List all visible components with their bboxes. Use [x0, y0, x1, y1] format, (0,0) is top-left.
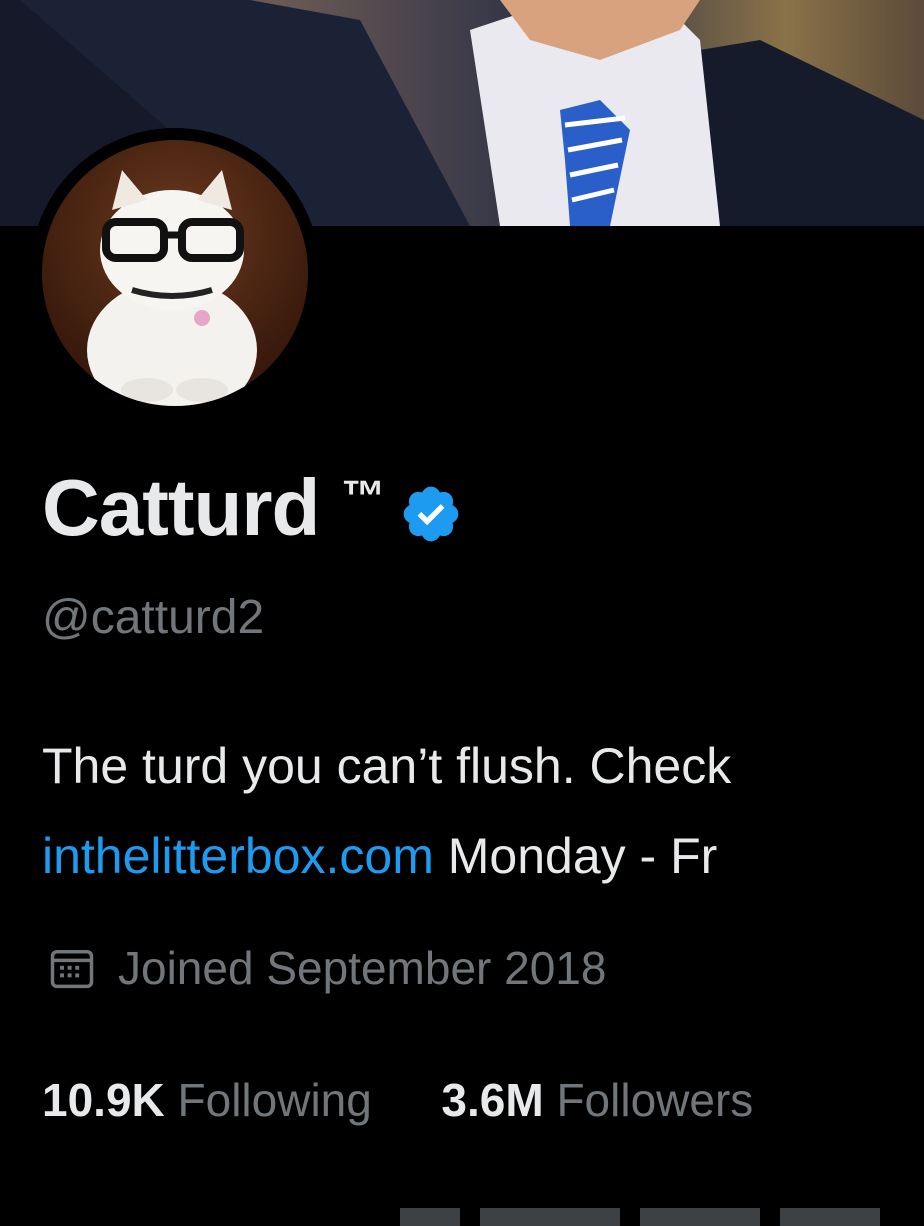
cutoff-row	[400, 1196, 900, 1226]
followers-link[interactable]: 3.6M Followers	[441, 1074, 753, 1126]
joined-date-row: Joined September 2018	[46, 938, 606, 998]
following-label: Following	[177, 1074, 372, 1126]
avatar[interactable]	[42, 140, 308, 406]
calendar-icon	[50, 950, 94, 989]
bio-link[interactable]: inthelitterbox.com	[42, 828, 434, 884]
bio-line-2: inthelitterbox.com Monday - Fr	[42, 824, 717, 888]
trademark-symbol: ™	[341, 472, 386, 521]
display-name: Catturd	[42, 463, 320, 552]
verified-badge-icon[interactable]	[399, 482, 463, 546]
avatar-border	[30, 128, 320, 418]
following-count: 10.9K	[42, 1074, 165, 1126]
profile-name-row: Catturd ™	[42, 460, 463, 556]
bio-line-2-text: Monday - Fr	[433, 828, 718, 884]
bio-line-1: The turd you can’t flush. Check	[42, 738, 732, 794]
following-link[interactable]: 10.9K Following	[42, 1074, 385, 1126]
followers-count: 3.6M	[441, 1074, 544, 1126]
profile-handle: @catturd2	[42, 591, 265, 644]
joined-date: Joined September 2018	[118, 942, 607, 994]
followers-label: Followers	[556, 1074, 754, 1126]
follow-stats: 10.9K Following 3.6M Followers	[42, 1070, 753, 1130]
